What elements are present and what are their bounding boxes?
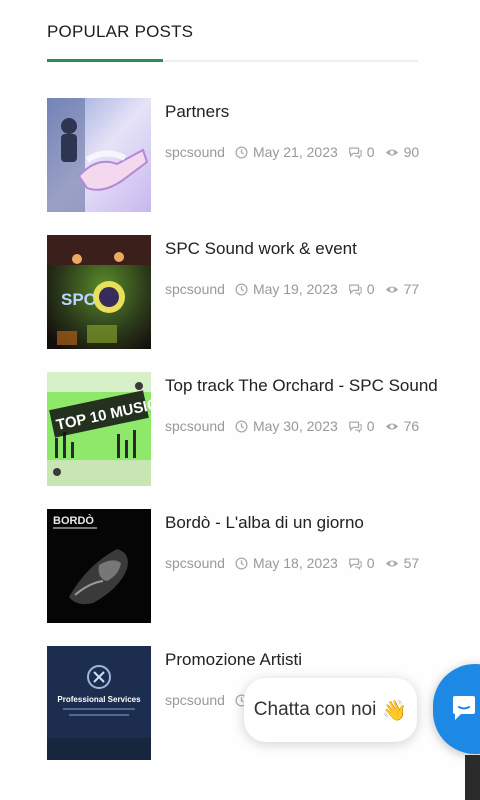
chat-prompt-label: Chatta con noi xyxy=(253,699,377,720)
post-meta: spcsound May 19, 2023 0 77 xyxy=(165,281,419,297)
spc-logo-text: SPC xyxy=(61,290,96,309)
eye-icon xyxy=(385,559,398,567)
top10-music-image: TOP 10 MUSIC xyxy=(47,372,151,486)
post-title[interactable]: Partners xyxy=(165,102,229,122)
post-thumbnail-handshake[interactable] xyxy=(47,98,151,212)
professional-services-image: Professional Services xyxy=(47,646,151,760)
chat-bubble-icon xyxy=(453,696,475,720)
post-item[interactable]: Partners spcsound May 21, 2023 0 90 xyxy=(47,98,467,214)
post-meta: spcsound xyxy=(165,692,253,708)
section-underline xyxy=(47,59,163,62)
post-thumbnail-promo[interactable]: Professional Services xyxy=(47,646,151,760)
post-title[interactable]: Bordò - L'alba di un giorno xyxy=(165,513,364,533)
post-author[interactable]: spcsound xyxy=(165,418,225,434)
post-thumbnail-spc[interactable]: SPC xyxy=(47,235,151,349)
post-title[interactable]: Top track The Orchard - SPC Sound xyxy=(165,376,438,396)
clock-icon xyxy=(235,145,248,159)
post-comments-count: 0 xyxy=(366,144,375,160)
post-meta: spcsound May 21, 2023 0 90 xyxy=(165,144,419,160)
clock-icon xyxy=(235,419,248,433)
post-comments-count: 0 xyxy=(366,555,375,571)
comments-icon xyxy=(348,284,362,296)
album-cover-image: BORDÒ xyxy=(47,509,151,623)
eye-icon xyxy=(385,422,398,430)
spc-logo-image: SPC xyxy=(47,235,151,349)
post-views-count: 57 xyxy=(403,555,420,571)
post-date: May 30, 2023 xyxy=(252,418,338,434)
post-date: May 19, 2023 xyxy=(252,281,338,297)
post-item[interactable]: BORDÒ Bordò - L'alba di un giorno spcsou… xyxy=(47,509,467,625)
eye-icon xyxy=(385,285,398,293)
page: POPULAR POSTS Partners spcsound May 21, … xyxy=(0,0,480,800)
post-title[interactable]: Promozione Artisti xyxy=(165,650,302,670)
post-thumbnail-top10[interactable]: TOP 10 MUSIC xyxy=(47,372,151,486)
handshake-image xyxy=(47,98,151,212)
post-comments-count: 0 xyxy=(366,418,375,434)
post-comments-count: 0 xyxy=(366,281,375,297)
promo-text: Professional Services xyxy=(57,695,141,704)
post-views-count: 90 xyxy=(403,144,420,160)
post-author[interactable]: spcsound xyxy=(165,144,225,160)
post-views-count: 77 xyxy=(403,281,420,297)
comments-icon xyxy=(348,558,362,570)
post-date: May 21, 2023 xyxy=(252,144,338,160)
post-views-count: 76 xyxy=(403,418,420,434)
comments-icon xyxy=(348,147,362,159)
post-author[interactable]: spcsound xyxy=(165,692,225,708)
post-meta: spcsound May 30, 2023 0 76 xyxy=(165,418,419,434)
album-title-text: BORDÒ xyxy=(53,514,94,527)
post-meta: spcsound May 18, 2023 0 57 xyxy=(165,555,419,571)
post-title[interactable]: SPC Sound work & event xyxy=(165,239,357,259)
comments-icon xyxy=(348,421,362,433)
clock-icon xyxy=(235,282,248,296)
chat-prompt-bubble[interactable]: Chatta con noi 👋 xyxy=(244,678,417,742)
clock-icon xyxy=(235,556,248,570)
post-author[interactable]: spcsound xyxy=(165,555,225,571)
post-item[interactable]: SPC SPC Sound work & event spcsound May … xyxy=(47,235,467,351)
waving-hand-icon: 👋 xyxy=(382,699,408,722)
post-author[interactable]: spcsound xyxy=(165,281,225,297)
page-edge xyxy=(465,755,480,800)
section-title: POPULAR POSTS xyxy=(47,22,194,41)
section-header: POPULAR POSTS xyxy=(47,18,418,62)
post-date: May 18, 2023 xyxy=(252,555,338,571)
post-item[interactable]: TOP 10 MUSIC Top track The Orchard - SPC… xyxy=(47,372,467,488)
post-thumbnail-bordo[interactable]: BORDÒ xyxy=(47,509,151,623)
eye-icon xyxy=(385,148,398,156)
